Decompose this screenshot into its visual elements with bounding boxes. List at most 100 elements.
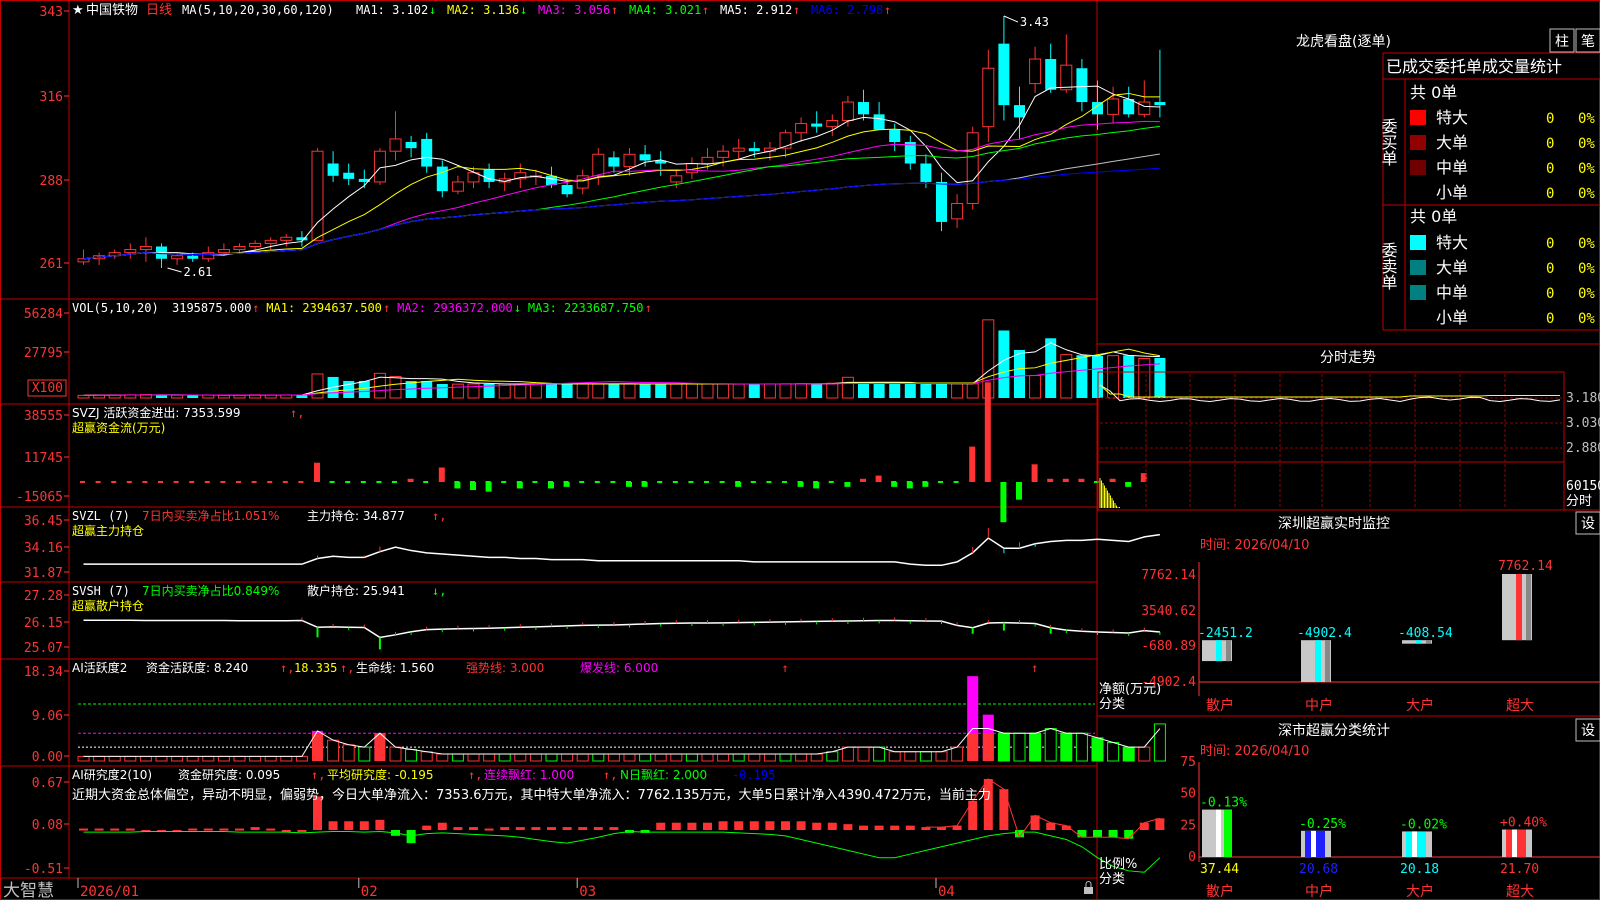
candle-body <box>343 172 355 179</box>
volume-legend-arrow: ↓ <box>514 301 521 315</box>
volume-bar <box>561 383 573 398</box>
volume-bar <box>217 394 230 399</box>
ai-bar <box>483 753 496 762</box>
research-bar <box>79 828 88 831</box>
research-bar <box>999 789 1009 830</box>
y-tick-label: 288 <box>40 174 63 189</box>
candle-body <box>873 114 885 130</box>
volume-bar <box>920 384 932 398</box>
volume-bar <box>1123 355 1135 398</box>
ma-legend-arrow: ↑ <box>884 3 891 17</box>
net-title: 深圳超赢实时监控 <box>1278 515 1390 532</box>
order-board-title: 龙虎看盘(逐单) <box>1296 33 1391 50</box>
research-bar <box>250 827 260 830</box>
ratio-y-label: 0 <box>1188 850 1196 865</box>
candle-body <box>858 102 869 115</box>
volume-legend-arrow: ↑ <box>645 301 652 315</box>
candle-body <box>1045 59 1057 90</box>
net-category-label: 大户 <box>1406 697 1434 714</box>
candle-body <box>421 138 433 167</box>
x-tick-label: 2026/01 <box>80 884 139 900</box>
candle-body <box>296 237 308 241</box>
candle-body <box>1029 58 1042 85</box>
ratio-value-label: 20.68 <box>1299 862 1338 877</box>
ma-legend-arrow: ↑ <box>793 3 800 17</box>
svzj-bar <box>797 482 804 487</box>
svzj-bar <box>969 446 976 482</box>
ai-bar <box>420 751 433 762</box>
volume-bar <box>514 383 527 399</box>
candle-body <box>826 119 839 128</box>
y-tick-label: 0.00 <box>32 750 63 765</box>
research-bar <box>1108 830 1118 838</box>
volume-bar <box>1076 355 1088 398</box>
svzj-bar <box>1078 478 1085 482</box>
ai-bar <box>467 753 480 762</box>
candle-body <box>966 132 979 204</box>
svg-text:笔: 笔 <box>1581 34 1595 50</box>
period-label[interactable]: 日线 <box>146 3 172 18</box>
y-tick-label: 36.45 <box>24 514 63 529</box>
research-bar <box>843 824 853 830</box>
tab-orders[interactable]: 委托单 <box>1434 57 1482 76</box>
svzj-bar <box>906 482 913 489</box>
intraday-panel: 分时走势 3.180 3.030 2.880 60150分时 <box>1097 350 1600 511</box>
research-bar <box>266 828 276 831</box>
y-tick-label: 261 <box>40 257 63 272</box>
ai-bar <box>124 755 137 762</box>
volume-bar <box>732 383 745 399</box>
volume-bar <box>1107 355 1120 399</box>
volume-bar <box>156 395 167 398</box>
svzj-bar <box>844 482 851 487</box>
svg-text:↑,: ↑, <box>603 768 617 782</box>
candle-body <box>405 142 417 149</box>
ai-bar <box>498 753 511 762</box>
research-bar <box>328 821 338 830</box>
order-row-pct: 0% <box>1578 111 1595 127</box>
volume-bar <box>936 383 947 398</box>
research-bar <box>671 822 681 830</box>
x-tick-label: 03 <box>579 884 596 900</box>
order-row-pct: 0% <box>1578 286 1595 302</box>
ratio-value-label: 37.44 <box>1200 862 1239 877</box>
star-icon[interactable]: ★ <box>72 3 84 18</box>
candle-body <box>982 67 995 128</box>
net-y-label: -680.89 <box>1141 639 1196 654</box>
tab-volume-stats[interactable]: 成交量统计 <box>1482 57 1562 76</box>
research-bar <box>1155 818 1165 830</box>
svzj-bar <box>860 478 866 482</box>
order-row-pct: 0% <box>1578 136 1595 152</box>
order-row-pct: 0% <box>1578 236 1595 252</box>
volume-bar <box>389 376 402 399</box>
volume-bar <box>655 384 667 398</box>
volume-legend-value: 3195875.000 <box>172 301 251 315</box>
net-category-label: 散户 <box>1206 697 1234 714</box>
price-header: ★ 中国铁物 日线 MA(5,10,20,30,60,120) MA1: 3.1… <box>72 3 891 18</box>
ratio-change-label: +0.40% <box>1500 816 1547 831</box>
ai-bar <box>670 753 683 762</box>
ratio-change-label: -0.02% <box>1400 817 1447 832</box>
ai-bar <box>732 753 745 762</box>
candlestick-chart: 3.43 2.61 <box>77 15 1166 279</box>
y-tick-label: 56284 <box>24 307 63 322</box>
intraday-avg-line <box>1099 384 1560 398</box>
ma-legend-value: MA6: 2.798 <box>811 3 883 17</box>
intraday-vol-label: 分时 <box>1566 494 1592 509</box>
ma-legend-value: MA3: 3.056 <box>538 3 610 17</box>
ai-bar <box>810 753 823 762</box>
volume-bar <box>889 383 901 398</box>
ratio-y-label: 75 <box>1180 755 1196 770</box>
y-tick-label: 25.07 <box>24 641 63 656</box>
ai-bar <box>826 751 839 762</box>
candle-body <box>249 242 262 247</box>
ai-signal-arrow: ↑ <box>782 661 789 675</box>
tab-filled[interactable]: 已成交 <box>1386 57 1434 76</box>
ratio-bar <box>1402 831 1432 857</box>
lock-icon[interactable] <box>1084 881 1093 895</box>
svg-text:↑,: ↑, <box>340 661 354 675</box>
ai-bar <box>1075 732 1088 762</box>
candle-body <box>639 154 651 161</box>
net-ylabel: 分类 <box>1099 697 1125 712</box>
ratio-category-label: 大户 <box>1406 883 1434 900</box>
ai-bar <box>779 753 792 762</box>
